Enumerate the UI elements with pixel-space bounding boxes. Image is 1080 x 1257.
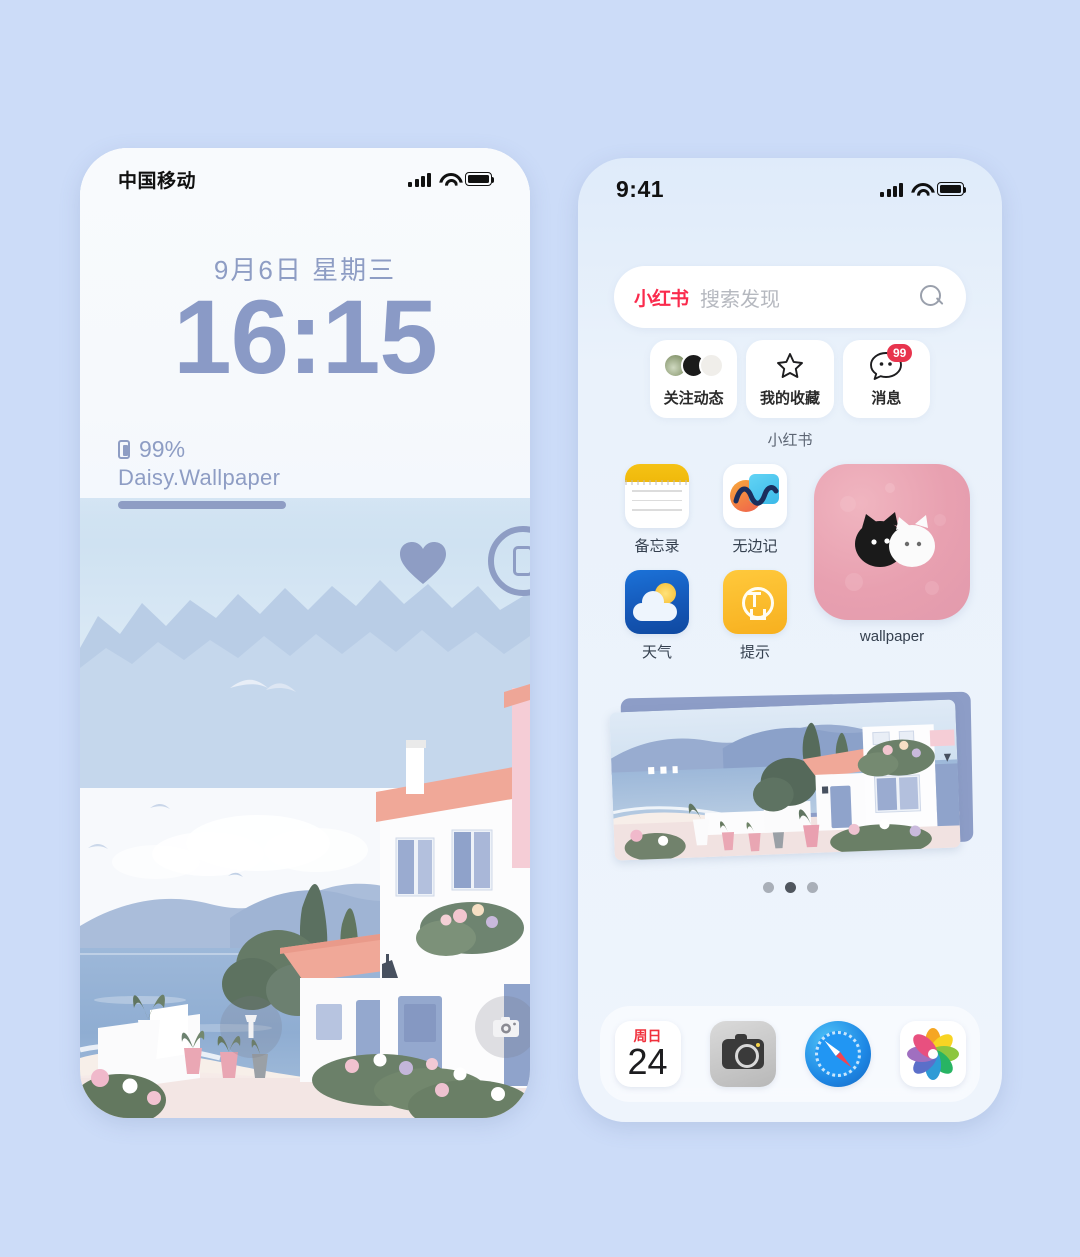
page-dot-active[interactable] <box>784 882 796 893</box>
battery-full-icon <box>937 182 967 196</box>
star-icon <box>776 351 804 381</box>
search-input[interactable]: 小红书 搜索发现 <box>614 266 966 328</box>
tile-favorites[interactable]: 我的收藏 <box>746 340 834 418</box>
wifi-icon <box>438 172 458 187</box>
lock-screen-phone: 中国移动 9月6日 星期三 16:15 99% Daisy.Wallpaper <box>80 148 530 1118</box>
battery-percent: 99% <box>139 436 186 462</box>
heart-icon[interactable] <box>398 540 448 586</box>
search-placeholder: 搜索发现 <box>700 288 781 311</box>
home-screen-phone: 9:41 小红书 搜索发现 关注动态 我的收藏 99 消息 小红书 备忘录 无边… <box>578 158 1002 1122</box>
widget-tiles: 关注动态 我的收藏 99 消息 <box>650 340 930 418</box>
app-freeform[interactable]: 无边记 <box>706 464 804 556</box>
tile-label: 消息 <box>871 389 902 407</box>
avatar <box>699 353 725 378</box>
lock-info-block: 99% Daisy.Wallpaper <box>118 436 286 509</box>
progress-bar <box>118 501 286 509</box>
tile-label: 我的收藏 <box>759 389 820 407</box>
widget-label: 小红书 <box>767 432 813 449</box>
app-notes[interactable]: 备忘录 <box>608 464 706 556</box>
xiaohongshu-widget: 小红书 搜索发现 关注动态 我的收藏 99 消息 小红书 <box>614 266 966 450</box>
camera-icon[interactable] <box>475 996 530 1058</box>
tile-messages[interactable]: 99 消息 <box>842 340 930 418</box>
notes-icon <box>625 464 689 528</box>
xiaohongshu-logo: 小红书 <box>634 288 689 310</box>
page-dots[interactable] <box>578 882 1002 893</box>
wallpaper-name: Daisy.Wallpaper <box>118 465 281 490</box>
app-label: 无边记 <box>732 538 778 555</box>
app-weather[interactable]: 天气 <box>608 570 706 662</box>
carrier-label: 中国移动 <box>118 170 197 192</box>
flashlight-icon[interactable] <box>220 996 282 1058</box>
weather-icon <box>625 570 689 634</box>
tips-icon <box>723 570 787 634</box>
app-tips[interactable]: 提示 <box>706 570 804 662</box>
wallpaper-widget[interactable]: wallpaper <box>814 464 970 676</box>
badge-count: 99 <box>886 343 913 362</box>
home-status-bar: 9:41 <box>578 158 1002 220</box>
photo-stack-widget[interactable] <box>609 691 974 864</box>
signal-bars-icon <box>880 182 903 197</box>
signal-bars-icon <box>408 172 431 187</box>
wifi-icon <box>910 182 930 197</box>
battery-small-icon <box>118 440 130 459</box>
tile-following[interactable]: 关注动态 <box>650 340 738 418</box>
search-icon[interactable] <box>920 285 944 309</box>
chat-bubble-icon: 99 <box>869 343 913 381</box>
app-label: 提示 <box>739 644 770 661</box>
photo-stack-front-card <box>609 699 961 861</box>
page-dot[interactable] <box>762 882 774 893</box>
avatars-icon <box>663 351 725 381</box>
status-time: 9:41 <box>616 175 665 202</box>
battery-full-icon <box>465 172 495 186</box>
wallpaper-widget-label: wallpaper <box>859 628 925 645</box>
lock-time: 16:15 <box>173 279 438 396</box>
page-dot[interactable] <box>806 882 818 893</box>
lock-status-bar: 中国移动 <box>80 148 530 210</box>
freeform-icon <box>723 464 787 528</box>
cats-photo-icon <box>814 464 970 620</box>
app-grid: 备忘录 无边记 天气 提示 wallpaper <box>608 464 972 676</box>
app-label: 天气 <box>641 644 672 661</box>
tile-label: 关注动态 <box>663 389 724 407</box>
app-label: 备忘录 <box>634 538 680 555</box>
